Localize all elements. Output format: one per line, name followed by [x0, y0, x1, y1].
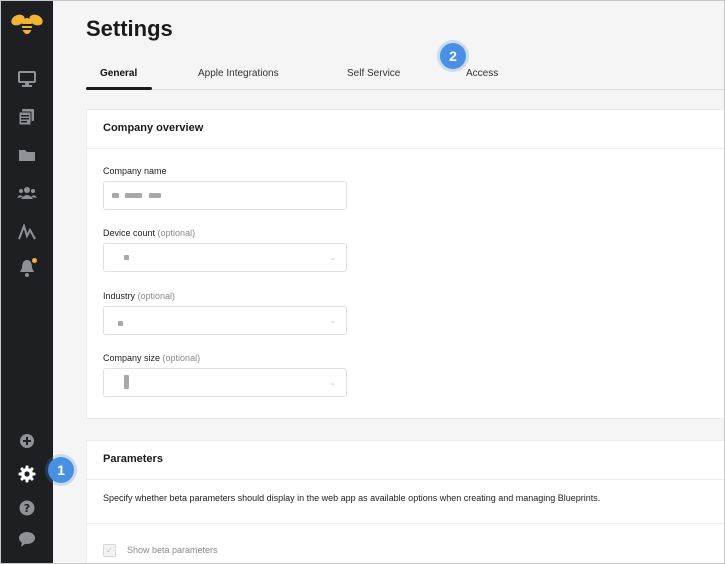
card-header: Parameters: [87, 441, 724, 480]
parameters-card: Parameters Specify whether beta paramete…: [86, 440, 724, 563]
parameters-description: Specify whether beta parameters should d…: [103, 493, 601, 503]
bee-logo-icon[interactable]: [9, 9, 45, 39]
chevron-down-icon: ⌄: [329, 316, 336, 325]
sidebar: ?: [1, 1, 53, 563]
redacted-text: [112, 193, 119, 198]
redacted-text: [124, 255, 129, 260]
plus-circle-icon[interactable]: [15, 429, 39, 453]
tab-self-service[interactable]: Self Service: [347, 68, 400, 79]
industry-select[interactable]: ⌄: [103, 306, 347, 335]
tab-apple-integrations[interactable]: Apple Integrations: [198, 68, 279, 79]
chat-icon[interactable]: [15, 527, 39, 551]
tab-access[interactable]: Access: [466, 68, 498, 79]
gear-icon[interactable]: [15, 462, 39, 486]
company-overview-card: Company overview Company name Device cou…: [86, 109, 724, 419]
device-count-label: Device count (optional): [103, 228, 196, 238]
activity-icon[interactable]: [15, 220, 39, 244]
device-count-select[interactable]: ⌄: [103, 243, 347, 272]
company-size-select[interactable]: ⌄: [103, 368, 347, 397]
redacted-text: [149, 193, 161, 198]
notification-dot: [32, 258, 37, 263]
company-name-label: Company name: [103, 166, 167, 176]
card-header: Company overview: [87, 110, 724, 149]
help-icon[interactable]: ?: [15, 496, 39, 520]
folder-icon[interactable]: [15, 143, 39, 167]
callout-badge-access: 2: [440, 43, 466, 69]
active-tab-indicator: [86, 87, 152, 90]
svg-text:?: ?: [24, 502, 30, 515]
users-icon[interactable]: [15, 181, 39, 205]
callout-badge-settings: 1: [48, 457, 74, 483]
page-title: Settings: [86, 16, 173, 41]
parameters-title: Parameters: [103, 453, 163, 465]
chevron-down-icon: ⌄: [329, 253, 336, 262]
show-beta-label[interactable]: Show beta parameters: [127, 545, 218, 555]
divider: [87, 523, 724, 524]
redacted-text: [125, 193, 142, 198]
chevron-down-icon: ⌄: [329, 378, 336, 387]
monitor-icon[interactable]: [15, 67, 39, 91]
settings-tabs: General Apple Integrations Self Service …: [86, 61, 724, 90]
company-size-label: Company size (optional): [103, 353, 201, 363]
company-overview-title: Company overview: [103, 122, 204, 134]
redacted-text: [118, 321, 123, 326]
redacted-text: [124, 375, 129, 389]
library-icon[interactable]: [15, 105, 39, 129]
company-name-field[interactable]: [103, 181, 347, 210]
industry-label: Industry (optional): [103, 291, 176, 301]
app-window: ? 1 Settings General Apple Integrations …: [0, 0, 725, 564]
bell-icon[interactable]: [15, 256, 39, 280]
show-beta-checkbox[interactable]: ✓: [103, 544, 116, 557]
tab-general[interactable]: General: [100, 68, 137, 79]
